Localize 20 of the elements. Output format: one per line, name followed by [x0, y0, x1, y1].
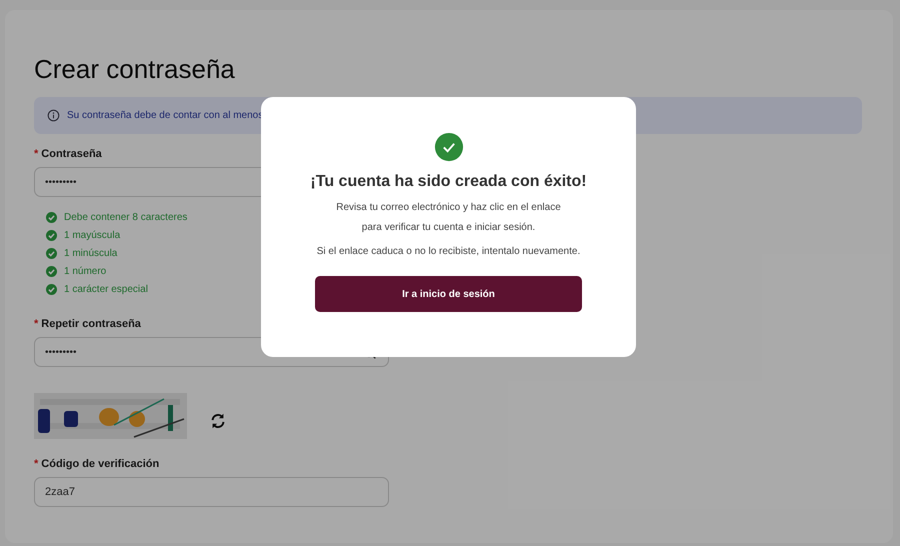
info-icon — [47, 109, 60, 122]
verification-code-field[interactable]: 2zaa7 — [34, 477, 389, 507]
field-label: Contraseña — [41, 148, 102, 160]
field-label: Código de verificación — [41, 458, 160, 470]
requirement-text: 1 minúscula — [64, 248, 118, 259]
required-mark: * — [34, 318, 38, 330]
required-mark: * — [34, 458, 38, 470]
refresh-icon[interactable] — [209, 412, 227, 430]
requirement-text: 1 carácter especial — [64, 284, 148, 295]
dialog-text: para verificar tu cuenta e iniciar sesión. — [362, 221, 536, 235]
requirement-text: 1 mayúscula — [64, 230, 120, 241]
required-mark: * — [34, 148, 38, 160]
check-icon — [434, 132, 464, 162]
requirement-text: Debe contener 8 caracteres — [64, 212, 188, 223]
page-title: Crear contraseña — [34, 54, 236, 85]
dialog-text: Revisa tu correo electrónico y haz clic en el enlace — [336, 201, 561, 215]
field-label: Repetir contraseña — [41, 318, 141, 330]
login-button[interactable]: Ir a inicio de sesión — [315, 276, 582, 312]
requirement-text: 1 número — [64, 266, 106, 277]
dialog-note: Si el enlace caduca o no lo recibiste, intentalo nuevamente. — [316, 246, 580, 257]
